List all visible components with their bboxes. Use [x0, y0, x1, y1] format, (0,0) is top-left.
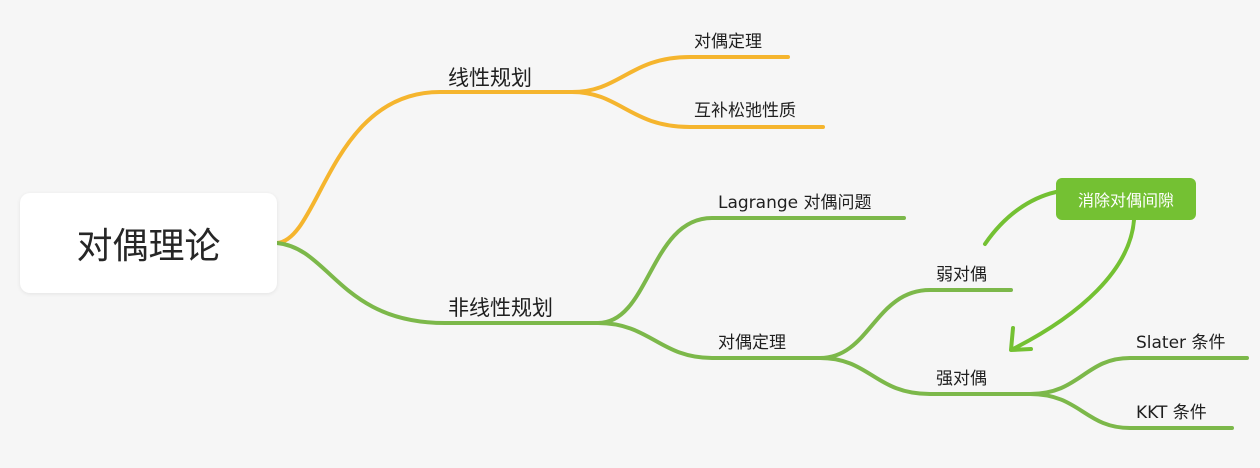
node-complementary-slackness[interactable]: 互补松弛性质: [694, 96, 796, 121]
nonlinear-branch-lines: [275, 216, 1249, 430]
mind-map: 对偶理论 线性规划 对偶定理 互补松弛性质 非线性规划 Lagrange 对偶问…: [0, 0, 1260, 468]
relation-arrow-to-strong: [1011, 218, 1136, 351]
edge-nonlinear-lagrange: [596, 216, 906, 325]
linear-branch-lines: [275, 55, 825, 245]
edge-root-linear: [275, 90, 574, 245]
node-linear-programming[interactable]: 线性规划: [448, 62, 532, 92]
edge-duality-weak: [818, 288, 1013, 360]
node-nonlinear-duality-theorem[interactable]: 对偶定理: [718, 328, 786, 353]
node-nonlinear-programming[interactable]: 非线性规划: [448, 292, 553, 322]
edge-linear-duality: [570, 55, 790, 94]
node-linear-duality-theorem[interactable]: 对偶定理: [694, 27, 762, 52]
node-kkt-condition[interactable]: KKT 条件: [1136, 398, 1207, 423]
root-label: 对偶理论: [76, 226, 221, 267]
callout-label: 消除对偶间隙: [1077, 191, 1174, 210]
edge-nonlinear-duality: [596, 321, 822, 360]
callout-eliminate-duality-gap[interactable]: 消除对偶间隙: [1056, 178, 1196, 220]
node-slater-condition[interactable]: Slater 条件: [1136, 328, 1225, 353]
node-strong-duality[interactable]: 强对偶: [936, 364, 987, 389]
root-node[interactable]: 对偶理论: [20, 193, 277, 293]
edge-duality-strong: [818, 356, 1032, 396]
relation-line-from-weak: [983, 190, 1058, 246]
node-lagrange-dual[interactable]: Lagrange 对偶问题: [718, 188, 872, 213]
edge-strong-slater: [1028, 356, 1249, 396]
node-weak-duality[interactable]: 弱对偶: [936, 260, 987, 285]
